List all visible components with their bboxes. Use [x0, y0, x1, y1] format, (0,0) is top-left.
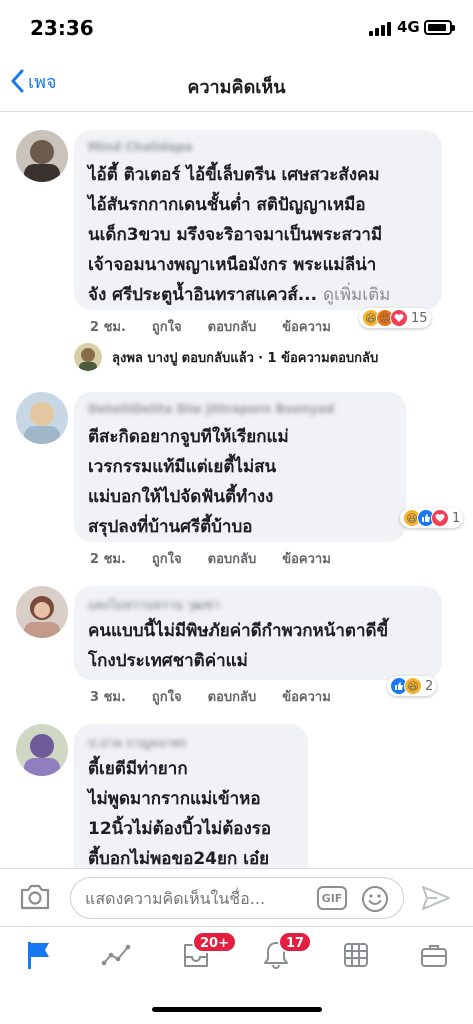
avatar[interactable]	[16, 130, 68, 182]
comment-time: 3 ชม.	[90, 690, 126, 705]
comment-composer: GIF	[0, 868, 473, 926]
reaction-count: 15	[411, 310, 428, 326]
reply-count: · 1 ข้อความตอบกลับ	[258, 350, 379, 366]
tab-tools[interactable]	[414, 935, 454, 975]
avatar[interactable]	[16, 586, 68, 638]
reaction-summary[interactable]: 😆 1	[400, 508, 464, 528]
comment-actions: 3 ชม. ถูกใจ ตอบกลับ ข้อความ	[90, 686, 331, 707]
avatar[interactable]	[16, 724, 68, 776]
like-button[interactable]: ถูกใจ	[152, 316, 182, 337]
reply-action: ตอบกลับแล้ว	[181, 350, 254, 366]
avatar[interactable]	[16, 392, 68, 444]
comment-bubble[interactable]: DetelliDelita Diw Jittraporn Boonyad ตีส…	[74, 392, 406, 542]
tab-bar: 20+ 17	[0, 926, 473, 986]
comment-author[interactable]: Mind Chalidapa	[88, 140, 428, 160]
see-more-link[interactable]: ดูเพิ่มเติม	[323, 285, 390, 305]
comment-input[interactable]	[85, 886, 305, 910]
tab-inbox[interactable]: 20+	[176, 931, 237, 975]
tab-pages[interactable]	[336, 935, 376, 975]
signal-icon	[369, 22, 393, 36]
comment-time: 2 ชม.	[90, 320, 126, 335]
reply-author[interactable]: ลุงพล บางปู	[112, 347, 178, 368]
comment-bubble[interactable]: ป.ปาล กาญจนาพร ตี้เยตีมีท่ายาก ไม่พูดมาก…	[74, 724, 308, 884]
notifications-badge: 17	[278, 931, 313, 953]
comment-author[interactable]: DetelliDelita Diw Jittraporn Boonyad	[88, 402, 392, 422]
reply-button[interactable]: ตอบกลับ	[208, 686, 257, 707]
comment-time: 2 ชม.	[90, 552, 126, 567]
tab-feed[interactable]	[18, 935, 58, 975]
message-button[interactable]: ข้อความ	[282, 316, 331, 337]
comment-text: คนแบบนี้ไม่มีพิษภัยค่าดีกำพวกหน้าตาดีขี้…	[88, 621, 389, 671]
network-type: 4G	[397, 18, 420, 36]
tab-notifications[interactable]: 17	[256, 931, 313, 975]
like-button[interactable]: ถูกใจ	[152, 548, 182, 569]
battery-icon	[424, 20, 455, 35]
tab-insights[interactable]	[96, 935, 136, 975]
briefcase-icon	[421, 945, 447, 967]
love-icon	[431, 509, 449, 527]
inbox-badge: 20+	[192, 931, 237, 953]
nav-bar: เพจ ความคิดเห็น	[0, 52, 473, 112]
status-time: 23:36	[30, 16, 94, 40]
grid-table-icon	[344, 943, 368, 967]
reaction-count: 2	[425, 678, 434, 694]
page-title: ความคิดเห็น	[187, 77, 286, 98]
reply-button[interactable]: ตอบกลับ	[208, 316, 257, 337]
flag-icon	[28, 942, 49, 969]
reply-button[interactable]: ตอบกลับ	[208, 548, 257, 569]
avatar	[74, 343, 102, 371]
comment-actions: 2 ชม. ถูกใจ ตอบกลับ ข้อความ	[90, 316, 331, 337]
comment-author[interactable]: ป.ปาล กาญจนาพร	[88, 734, 294, 754]
like-button[interactable]: ถูกใจ	[152, 686, 182, 707]
status-bar: 23:36 4G	[0, 0, 473, 52]
chart-line-icon	[101, 944, 131, 966]
message-button[interactable]: ข้อความ	[282, 686, 331, 707]
message-button[interactable]: ข้อความ	[282, 548, 331, 569]
reaction-summary[interactable]: 😆 😡 15	[359, 308, 431, 328]
send-icon[interactable]	[421, 885, 451, 911]
reaction-count: 1	[452, 510, 461, 526]
comment-text: ไอ้ตี้ ติวเตอร์ ไอ้ขี้เล็บตรีน เศษสวะสัง…	[88, 165, 391, 305]
comment-bubble[interactable]: Mind Chalidapa ไอ้ตี้ ติวเตอร์ ไอ้ขี้เล็…	[74, 130, 442, 310]
comment-author[interactable]: แตงโมหวานหวาน วุฒชา	[88, 596, 428, 616]
comment-input-wrapper[interactable]: GIF	[70, 877, 404, 919]
gif-button[interactable]: GIF	[317, 886, 347, 910]
comment-text: ตี้เยตีมีท่ายาก ไม่พูดมากรากแม่เข้าหอ 12…	[88, 759, 272, 869]
reaction-summary[interactable]: 😆 2	[387, 676, 437, 696]
emoji-icon[interactable]	[361, 885, 389, 913]
comment-actions: 2 ชม. ถูกใจ ตอบกลับ ข้อความ	[90, 548, 331, 569]
comment-text: ตีสะกิดอยากจูบทีให้เรียกแม่ เวรกรรมแท้มี…	[88, 427, 289, 537]
camera-icon[interactable]	[19, 883, 51, 911]
comment-bubble[interactable]: แตงโมหวานหวาน วุฒชา คนแบบนี้ไม่มีพิษภัยค…	[74, 586, 442, 680]
reply-summary[interactable]: ลุงพล บางปู ตอบกลับแล้ว · 1 ข้อความตอบกล…	[74, 340, 378, 374]
home-indicator[interactable]	[152, 1007, 322, 1012]
love-icon	[390, 309, 408, 327]
haha-icon: 😆	[404, 677, 422, 695]
